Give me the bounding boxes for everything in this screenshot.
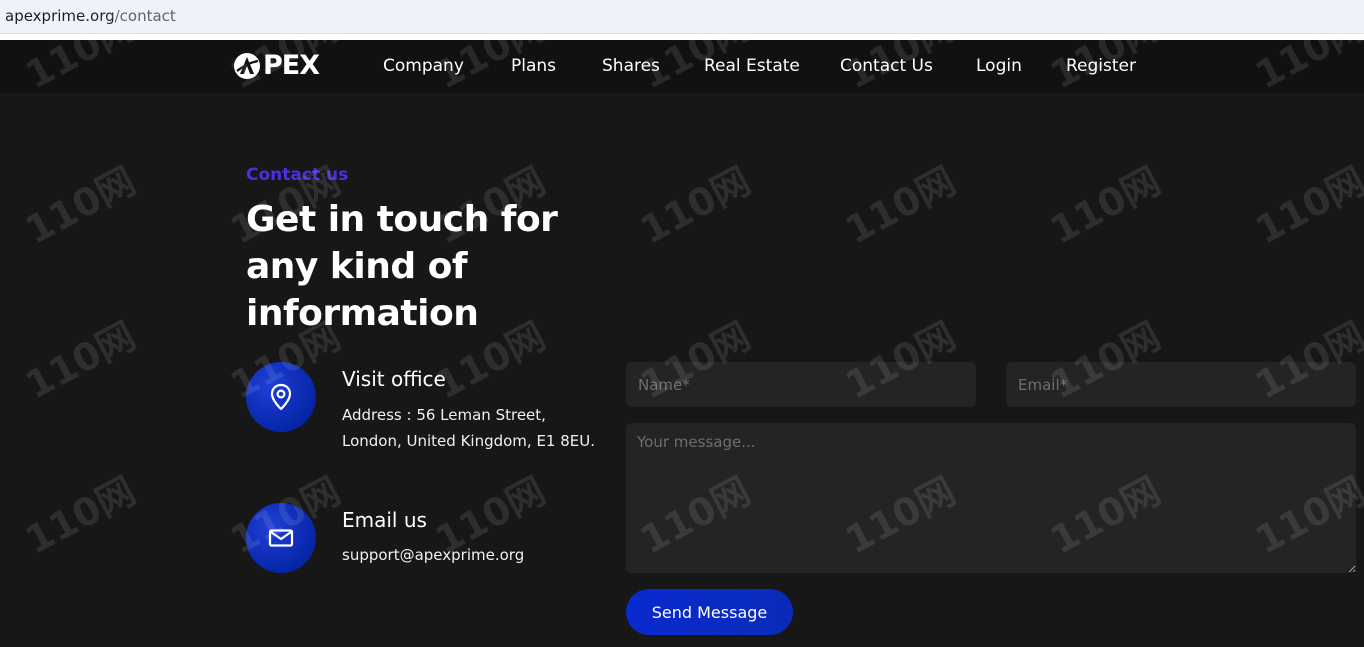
message-textarea[interactable]: [626, 423, 1356, 573]
location-pin-icon: [270, 383, 292, 411]
logo-text: PEX: [263, 50, 320, 81]
nav-link-contact-us[interactable]: Contact Us: [840, 56, 933, 76]
email-icon-circle: [246, 503, 316, 573]
url-text[interactable]: apexprime.org/contact: [5, 7, 176, 25]
address-line-1: Address : 56 Leman Street,: [342, 406, 546, 424]
nav-link-shares[interactable]: Shares: [602, 56, 660, 76]
office-icon-circle: [246, 362, 316, 432]
email-input[interactable]: [1006, 362, 1356, 407]
nav-link-real-estate[interactable]: Real Estate: [704, 56, 800, 76]
watermark: 110网: [18, 468, 143, 563]
watermark: 110网: [633, 158, 758, 253]
watermark: 110网: [1248, 158, 1364, 253]
send-message-button[interactable]: Send Message: [626, 589, 793, 635]
watermark: 110网: [18, 158, 143, 253]
email-title: Email us: [342, 508, 427, 532]
apex-logo-icon: [234, 53, 260, 79]
url-path: /contact: [114, 7, 176, 25]
nav-link-company[interactable]: Company: [383, 56, 464, 76]
nav-link-plans[interactable]: Plans: [511, 56, 556, 76]
nav-link-login[interactable]: Login: [976, 56, 1022, 76]
watermark: 110网: [1043, 158, 1168, 253]
address-line-2: London, United Kingdom, E1 8EU.: [342, 432, 596, 450]
office-title: Visit office: [342, 367, 446, 391]
name-input[interactable]: [626, 362, 976, 407]
top-navigation: PEX Company Plans Shares Real Estate Con…: [0, 40, 1364, 93]
browser-url-bar[interactable]: apexprime.org/contact: [0, 0, 1364, 34]
url-domain: apexprime.org: [5, 7, 115, 25]
page-title: Get in touch for any kind of information: [246, 199, 558, 334]
section-eyebrow: Contact us: [246, 165, 349, 185]
email-address[interactable]: support@apexprime.org: [342, 542, 524, 568]
watermark: 110网: [18, 313, 143, 408]
apex-logo[interactable]: PEX: [232, 50, 320, 81]
nav-link-register[interactable]: Register: [1066, 56, 1136, 76]
watermark: 110网: [838, 158, 963, 253]
envelope-icon: [268, 529, 294, 547]
office-address: Address : 56 Leman Street, London, Unite…: [342, 402, 595, 454]
